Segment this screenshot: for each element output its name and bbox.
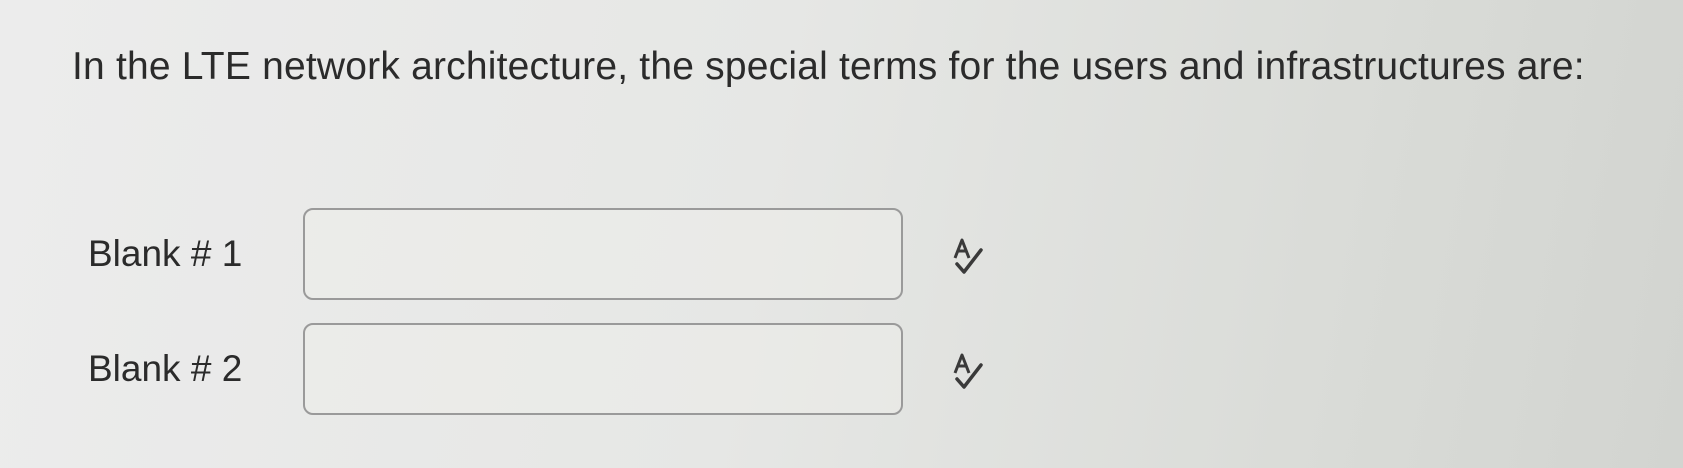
spellcheck-icon[interactable] <box>951 236 985 276</box>
blank-row-2: Blank # 2 <box>88 323 985 415</box>
spellcheck-icon[interactable] <box>951 351 985 391</box>
question-text: In the LTE network architecture, the spe… <box>72 45 1585 88</box>
blank-label-2: Blank # 2 <box>88 348 243 389</box>
blank-label-1: Blank # 1 <box>88 233 243 274</box>
blank-row-1: Blank # 1 <box>88 208 985 300</box>
blank-input-2[interactable] <box>303 323 903 415</box>
blank-input-1[interactable] <box>303 208 903 300</box>
